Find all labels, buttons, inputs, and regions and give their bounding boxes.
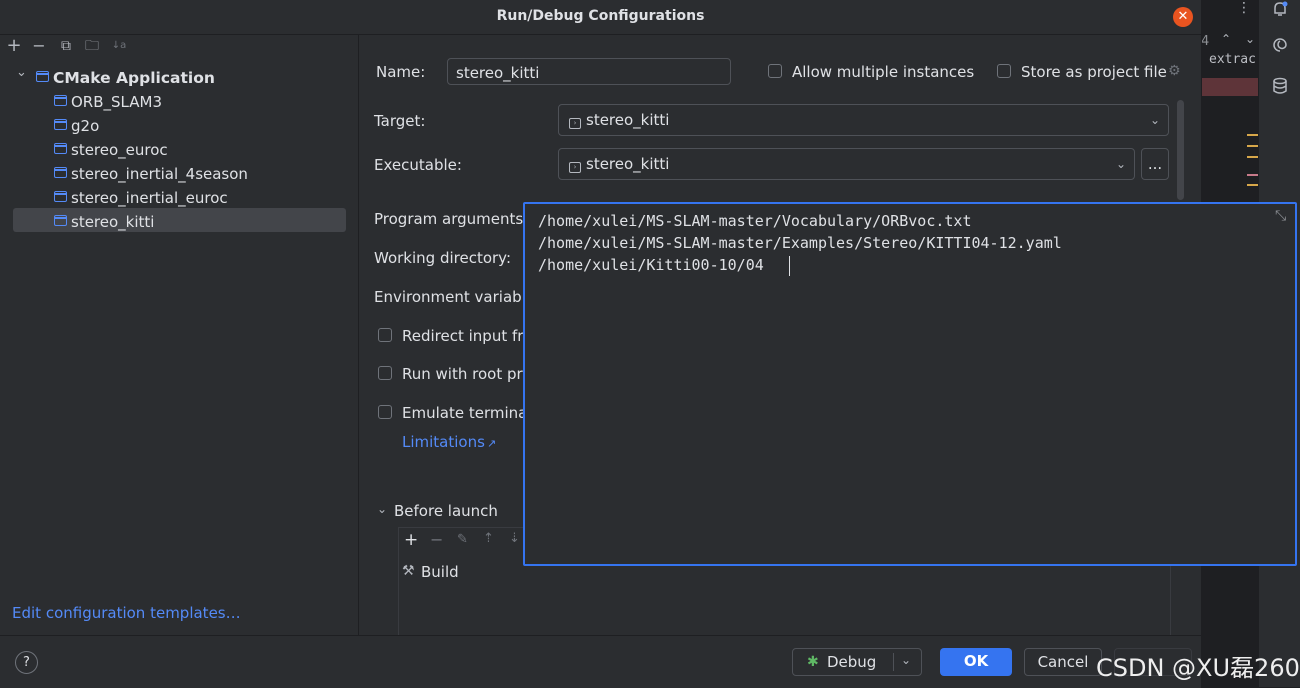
remove-icon: − bbox=[430, 530, 444, 549]
new-folder-icon[interactable]: 🗀 bbox=[84, 38, 100, 54]
tree-item[interactable]: g2o bbox=[54, 114, 99, 138]
copy-icon[interactable]: ⧉ bbox=[58, 38, 74, 54]
emulate-checkbox[interactable] bbox=[378, 405, 392, 419]
redirect-checkbox[interactable] bbox=[378, 328, 392, 342]
marker-stripe bbox=[1247, 156, 1258, 158]
tree-item-selected[interactable]: stereo_kitti bbox=[54, 210, 154, 234]
divider bbox=[893, 653, 894, 671]
tree-item[interactable]: stereo_euroc bbox=[54, 138, 168, 162]
browse-button[interactable]: ... bbox=[1141, 148, 1169, 180]
config-icon bbox=[54, 215, 67, 226]
ok-button[interactable]: OK bbox=[940, 648, 1012, 676]
hammer-icon: ⚒ bbox=[402, 563, 415, 579]
form-scrollbar[interactable] bbox=[1177, 100, 1184, 200]
text-caret bbox=[789, 256, 790, 276]
target-select[interactable]: › stereo_kitti ⌄ bbox=[558, 104, 1169, 136]
allow-multiple-label: Allow multiple instances bbox=[792, 63, 975, 81]
collapse-icon[interactable]: ⤡ bbox=[1275, 208, 1286, 224]
marker-stripe bbox=[1247, 184, 1258, 186]
store-project-label: Store as project file bbox=[1021, 63, 1167, 81]
store-project-checkbox[interactable] bbox=[997, 64, 1011, 78]
cancel-button[interactable]: Cancel bbox=[1024, 648, 1102, 676]
configurations-panel: + − ⧉ 🗀 ↓a ⌄ CMake Application ORB_SLAM3… bbox=[0, 35, 359, 635]
add-icon[interactable]: + bbox=[6, 37, 22, 55]
redirect-label: Redirect input fr bbox=[402, 327, 524, 345]
config-icon bbox=[54, 119, 67, 130]
chevron-down-icon: ⌄ bbox=[1115, 157, 1126, 171]
allow-multiple-checkbox[interactable] bbox=[768, 64, 782, 78]
terminal-icon: › bbox=[569, 162, 581, 173]
chevron-down-icon[interactable]: ⌄ bbox=[901, 647, 911, 673]
config-icon bbox=[54, 95, 67, 106]
before-launch-label[interactable]: Before launch bbox=[394, 502, 498, 520]
chevron-down-icon[interactable]: ⌄ bbox=[377, 502, 387, 516]
terminal-icon: › bbox=[569, 118, 581, 129]
editor-line-number: 4 bbox=[1201, 34, 1210, 49]
remove-icon[interactable]: − bbox=[31, 38, 47, 54]
program-args-label: Program arguments bbox=[374, 210, 524, 228]
executable-select[interactable]: › stereo_kitti ⌄ bbox=[558, 148, 1135, 180]
chevron-up-icon[interactable]: ⌃ bbox=[1221, 32, 1231, 46]
dialog-footer: ? ✱ Debug ⌄ OK Cancel bbox=[0, 635, 1201, 688]
watermark: CSDN @XU磊260 bbox=[1096, 654, 1300, 682]
tree-group-cmake[interactable]: CMake Application bbox=[36, 66, 215, 90]
argument-line: /home/xulei/Kitti00-10/04 bbox=[538, 256, 764, 274]
tree-item[interactable]: ORB_SLAM3 bbox=[54, 90, 162, 114]
config-icon bbox=[54, 191, 67, 202]
chevron-down-icon[interactable]: ⌄ bbox=[1245, 32, 1255, 46]
error-stripe bbox=[1201, 78, 1258, 96]
env-label: Environment variab bbox=[374, 288, 522, 306]
edit-templates-link[interactable]: Edit configuration templates… bbox=[12, 604, 241, 622]
config-icon bbox=[54, 143, 67, 154]
program-arguments-editor[interactable]: /home/xulei/MS-SLAM-master/Vocabulary/OR… bbox=[523, 202, 1297, 566]
help-button[interactable]: ? bbox=[15, 651, 38, 674]
tree-item[interactable]: stereo_inertial_euroc bbox=[54, 186, 228, 210]
root-label: Run with root pr bbox=[402, 365, 523, 383]
argument-line: /home/xulei/MS-SLAM-master/Vocabulary/OR… bbox=[538, 212, 972, 230]
config-icon bbox=[54, 167, 67, 178]
target-label: Target: bbox=[374, 112, 426, 130]
database-icon[interactable] bbox=[1271, 77, 1289, 95]
emulate-label: Emulate termina bbox=[402, 404, 528, 422]
sort-icon[interactable]: ↓a bbox=[111, 38, 127, 54]
root-checkbox[interactable] bbox=[378, 366, 392, 380]
marker-stripe bbox=[1247, 134, 1258, 136]
move-down-icon: ⇣ bbox=[509, 531, 520, 546]
cmake-icon bbox=[36, 71, 49, 82]
argument-line: /home/xulei/MS-SLAM-master/Examples/Ster… bbox=[538, 234, 1062, 252]
dialog-title: Run/Debug Configurations bbox=[496, 8, 705, 24]
bug-icon: ✱ bbox=[807, 654, 819, 670]
debug-button[interactable]: ✱ Debug ⌄ bbox=[792, 648, 922, 676]
dialog-titlebar: Run/Debug Configurations ✕ bbox=[0, 0, 1201, 35]
executable-label: Executable: bbox=[374, 156, 462, 174]
chevron-down-icon[interactable]: ⌄ bbox=[16, 65, 27, 80]
edit-icon: ✎ bbox=[457, 532, 468, 547]
name-label: Name: bbox=[376, 63, 426, 81]
more-icon[interactable]: ⋮ bbox=[1237, 0, 1251, 16]
close-button[interactable]: ✕ bbox=[1173, 7, 1193, 27]
tree-item[interactable]: stereo_inertial_4season bbox=[54, 162, 248, 186]
gear-icon[interactable]: ⚙ bbox=[1168, 63, 1181, 79]
marker-stripe bbox=[1247, 145, 1258, 147]
chevron-down-icon: ⌄ bbox=[1149, 113, 1160, 127]
bell-icon[interactable] bbox=[1271, 0, 1289, 18]
external-link-icon: ↗ bbox=[486, 437, 497, 450]
name-input[interactable]: stereo_kitti bbox=[447, 58, 731, 85]
add-icon[interactable]: + bbox=[404, 530, 418, 550]
editor-code-fragment: extrac bbox=[1209, 52, 1256, 67]
marker-stripe bbox=[1247, 174, 1258, 176]
build-task[interactable]: Build bbox=[421, 563, 459, 581]
limitations-link[interactable]: Limitations ↗ bbox=[402, 433, 496, 451]
move-up-icon: ⇡ bbox=[483, 531, 494, 546]
tree-group-label: CMake Application bbox=[53, 69, 215, 87]
working-dir-label: Working directory: bbox=[374, 249, 512, 267]
ai-spiral-icon[interactable] bbox=[1271, 36, 1289, 54]
